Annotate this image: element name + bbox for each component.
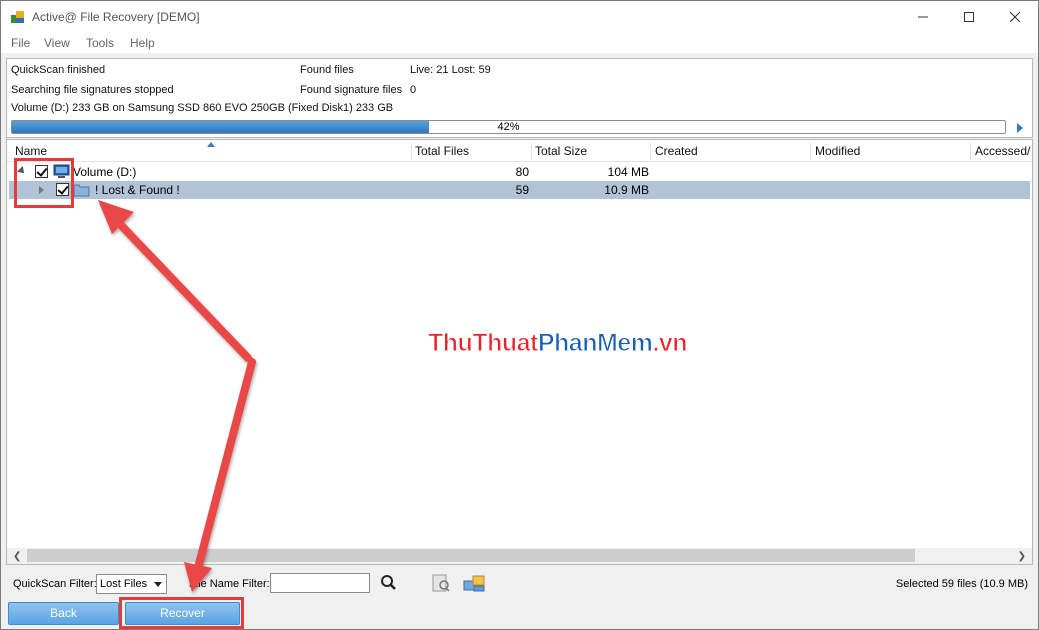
scroll-right-icon[interactable]: ❯ <box>1018 551 1026 562</box>
title-bar: Active@ File Recovery [DEMO] <box>1 1 1038 33</box>
column-separator <box>531 142 532 160</box>
quickscan-filter-select[interactable]: Lost Files <box>96 574 167 594</box>
file-view-icon[interactable] <box>462 573 486 593</box>
filter-bar: QuickScan Filter: Lost Files File Name F… <box>1 569 1038 597</box>
row-total-size: 104 MB <box>607 165 649 179</box>
found-files-label: Found files <box>300 64 354 76</box>
column-accessed[interactable]: Accessed/ <box>975 144 1030 158</box>
row-total-size: 10.9 MB <box>604 183 649 197</box>
column-modified[interactable]: Modified <box>815 144 860 158</box>
column-separator <box>650 142 651 160</box>
back-button[interactable]: Back <box>8 602 119 625</box>
checkbox-highlight-box <box>14 158 74 208</box>
column-name[interactable]: Name <box>15 144 47 158</box>
tree-row-lost-found[interactable]: ! Lost & Found ! 59 10.9 MB <box>9 181 1030 199</box>
column-total-files[interactable]: Total Files <box>415 144 469 158</box>
found-signature-label: Found signature files <box>300 84 403 96</box>
minimize-button[interactable] <box>900 1 946 33</box>
maximize-button[interactable] <box>946 1 992 33</box>
recover-highlight-box <box>119 597 244 629</box>
scroll-left-icon[interactable]: ❮ <box>13 551 21 562</box>
column-total-size[interactable]: Total Size <box>535 144 587 158</box>
found-files-value: Live: 21 Lost: 59 <box>410 64 491 76</box>
watermark: ThuThuatPhanMem.vn <box>428 329 689 358</box>
column-header: Name Total Files Total Size Created Modi… <box>7 140 1032 162</box>
minimize-icon <box>918 16 928 18</box>
expand-arrow-icon[interactable] <box>1017 123 1023 133</box>
watermark-part1: ThuThuat <box>428 329 539 358</box>
sort-ascending-icon <box>207 142 215 147</box>
menu-file[interactable]: File <box>11 36 30 50</box>
menu-help[interactable]: Help <box>130 36 155 50</box>
app-logo-icon <box>11 11 24 23</box>
quickscan-filter-label: QuickScan Filter: <box>13 578 97 590</box>
scrollbar-thumb[interactable] <box>27 549 915 562</box>
found-signature-value: 0 <box>410 84 417 96</box>
row-total-files: 59 <box>515 183 529 197</box>
dropdown-arrow-icon <box>154 582 162 587</box>
app-window: Active@ File Recovery [DEMO] File View T… <box>0 0 1039 630</box>
progress-percent: 42% <box>497 121 520 133</box>
close-button[interactable] <box>992 1 1038 33</box>
row-total-files: 80 <box>515 165 529 179</box>
watermark-part2: PhanMem <box>537 329 653 358</box>
column-created[interactable]: Created <box>655 144 698 158</box>
window-title: Active@ File Recovery [DEMO] <box>32 10 200 24</box>
menu-view[interactable]: View <box>44 36 70 50</box>
row-name: ! Lost & Found ! <box>95 183 180 197</box>
menu-tools[interactable]: Tools <box>86 36 114 50</box>
horizontal-scrollbar[interactable]: ❮ ❯ <box>7 548 1032 564</box>
column-separator <box>411 142 412 160</box>
file-name-filter-input[interactable] <box>270 573 370 593</box>
scan-status-panel: QuickScan finished Searching file signat… <box>6 58 1033 138</box>
volume-info-text: Volume (D:) 233 GB on Samsung SSD 860 EV… <box>11 102 394 114</box>
selected-files-summary: Selected 59 files (10.9 MB) <box>895 578 1028 590</box>
column-separator <box>810 142 811 160</box>
folder-icon <box>73 184 90 197</box>
maximize-icon <box>964 12 974 22</box>
column-separator <box>970 142 971 160</box>
watermark-part3: .vn <box>652 329 688 358</box>
scan-state-text: QuickScan finished <box>11 64 106 76</box>
close-icon <box>1010 12 1020 22</box>
file-name-filter-label: File Name Filter: <box>189 578 270 590</box>
signature-state-text: Searching file signatures stopped <box>11 84 174 96</box>
menu-bar: File View Tools Help <box>1 33 1038 53</box>
row-name: Volume (D:) <box>73 165 137 179</box>
search-icon[interactable] <box>377 573 401 593</box>
find-files-icon[interactable] <box>429 573 453 593</box>
tree-row-volume[interactable]: Volume (D:) 80 104 MB <box>9 163 1030 181</box>
quickscan-filter-value: Lost Files <box>100 578 148 590</box>
scan-progress-bar: 42% <box>11 120 1006 134</box>
